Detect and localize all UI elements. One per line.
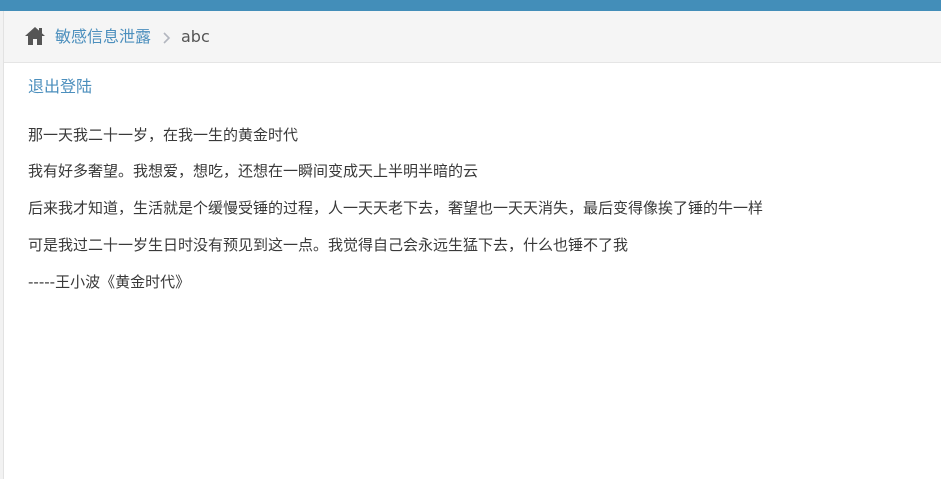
breadcrumb-current: abc bbox=[181, 27, 210, 46]
home-icon[interactable] bbox=[24, 26, 46, 46]
navbar-strip bbox=[0, 0, 941, 11]
poem-line-3: 后来我才知道，生活就是个缓慢受锤的过程，人一天天老下去，奢望也一天天消失，最后变… bbox=[28, 199, 764, 217]
breadcrumb-link-sensitive-info[interactable]: 敏感信息泄露 bbox=[55, 26, 151, 48]
chevron-right-icon bbox=[161, 30, 173, 44]
poem-line-4: 可是我过二十一岁生日时没有预见到这一点。我觉得自己会永远生猛下去，什么也锤不了我 bbox=[28, 236, 629, 254]
sidebar-edge bbox=[0, 11, 4, 479]
poem-line-1: 那一天我二十一岁，在我一生的黄金时代 bbox=[28, 126, 299, 144]
poem-line-2: 我有好多奢望。我想爱，想吃，还想在一瞬间变成天上半明半暗的云 bbox=[28, 162, 479, 180]
logout-link[interactable]: 退出登陆 bbox=[28, 76, 92, 98]
breadcrumb: 敏感信息泄露 abc bbox=[4, 11, 941, 63]
poem-attribution: -----王小波《黄金时代》 bbox=[28, 273, 191, 291]
